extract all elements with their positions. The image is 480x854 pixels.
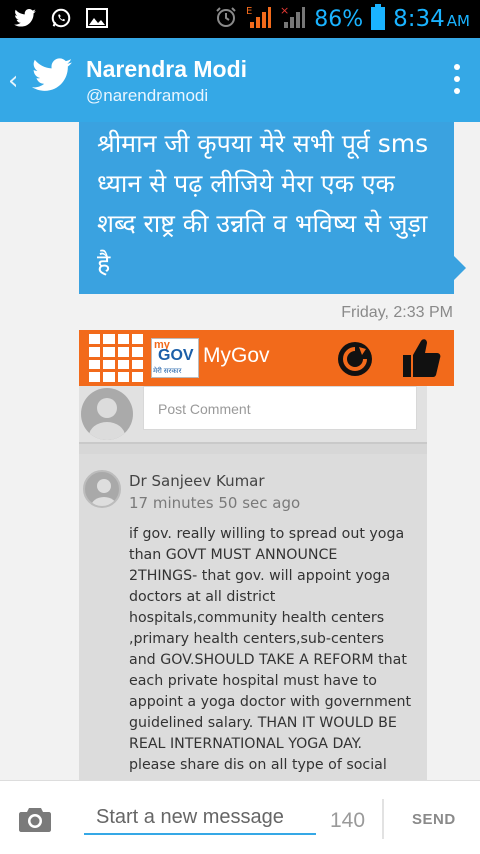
battery-percent: 86% [314,6,364,32]
grid-menu-icon [89,334,143,382]
message-list[interactable]: श्रीमान जी कृपया मेरे सभी पूर्व sms ध्या… [0,122,480,780]
post-comment-input: Post Comment [143,386,417,430]
svg-text:×: × [280,4,289,17]
mygov-logo: my GOV मेरी सरकार [151,338,199,378]
alarm-icon [214,5,238,33]
character-counter: 140 [330,809,366,832]
message-timestamp: Friday, 2:33 PM [341,304,453,321]
whatsapp-icon [50,7,72,29]
status-bar: E × 86% 8:34 AM [0,0,480,38]
battery-icon [371,4,386,34]
back-chevron-icon[interactable]: ‹ [8,66,18,96]
camera-icon[interactable] [18,805,52,837]
conversation-header: ‹ Narendra Modi @narendramodi [0,38,480,122]
comment-time: 17 minutes 50 sec ago [129,494,301,512]
clock: 8:34 AM [393,6,470,32]
svg-text:E: E [246,6,252,17]
thumbs-up-icon [401,335,441,383]
refresh-icon [335,339,375,383]
overflow-menu-icon[interactable] [454,64,460,94]
comment-card: Dr Sanjeev Kumar 17 minutes 50 sec ago i… [79,454,427,780]
mygov-title: MyGov [203,344,270,367]
divider [427,386,454,780]
signal-icon: × [280,4,306,34]
divider [382,799,384,839]
message-input[interactable] [84,801,316,835]
avatar [81,388,133,440]
signal-e-icon: E [246,4,272,34]
comment-author: Dr Sanjeev Kumar [129,472,265,490]
bubble-tail [454,256,466,280]
send-button[interactable]: SEND [412,811,456,828]
post-comment-row: Post Comment [79,386,427,444]
mygov-app-bar: my GOV मेरी सरकार MyGov [79,330,454,386]
avatar [83,470,121,508]
comment-body: if gov. really willing to spread out yog… [129,526,412,773]
twitter-icon [14,7,36,29]
gallery-icon [86,7,108,29]
message-bubble[interactable]: श्रीमान जी कृपया मेरे सभी पूर्व sms ध्या… [79,122,454,294]
contact-name[interactable]: Narendra Modi [86,56,247,83]
twitter-logo-icon[interactable] [32,58,72,96]
compose-bar: 140 SEND [0,780,480,854]
contact-handle: @narendramodi [86,86,209,105]
image-message[interactable]: my GOV मेरी सरकार MyGov Post Comment Dr … [79,330,454,780]
